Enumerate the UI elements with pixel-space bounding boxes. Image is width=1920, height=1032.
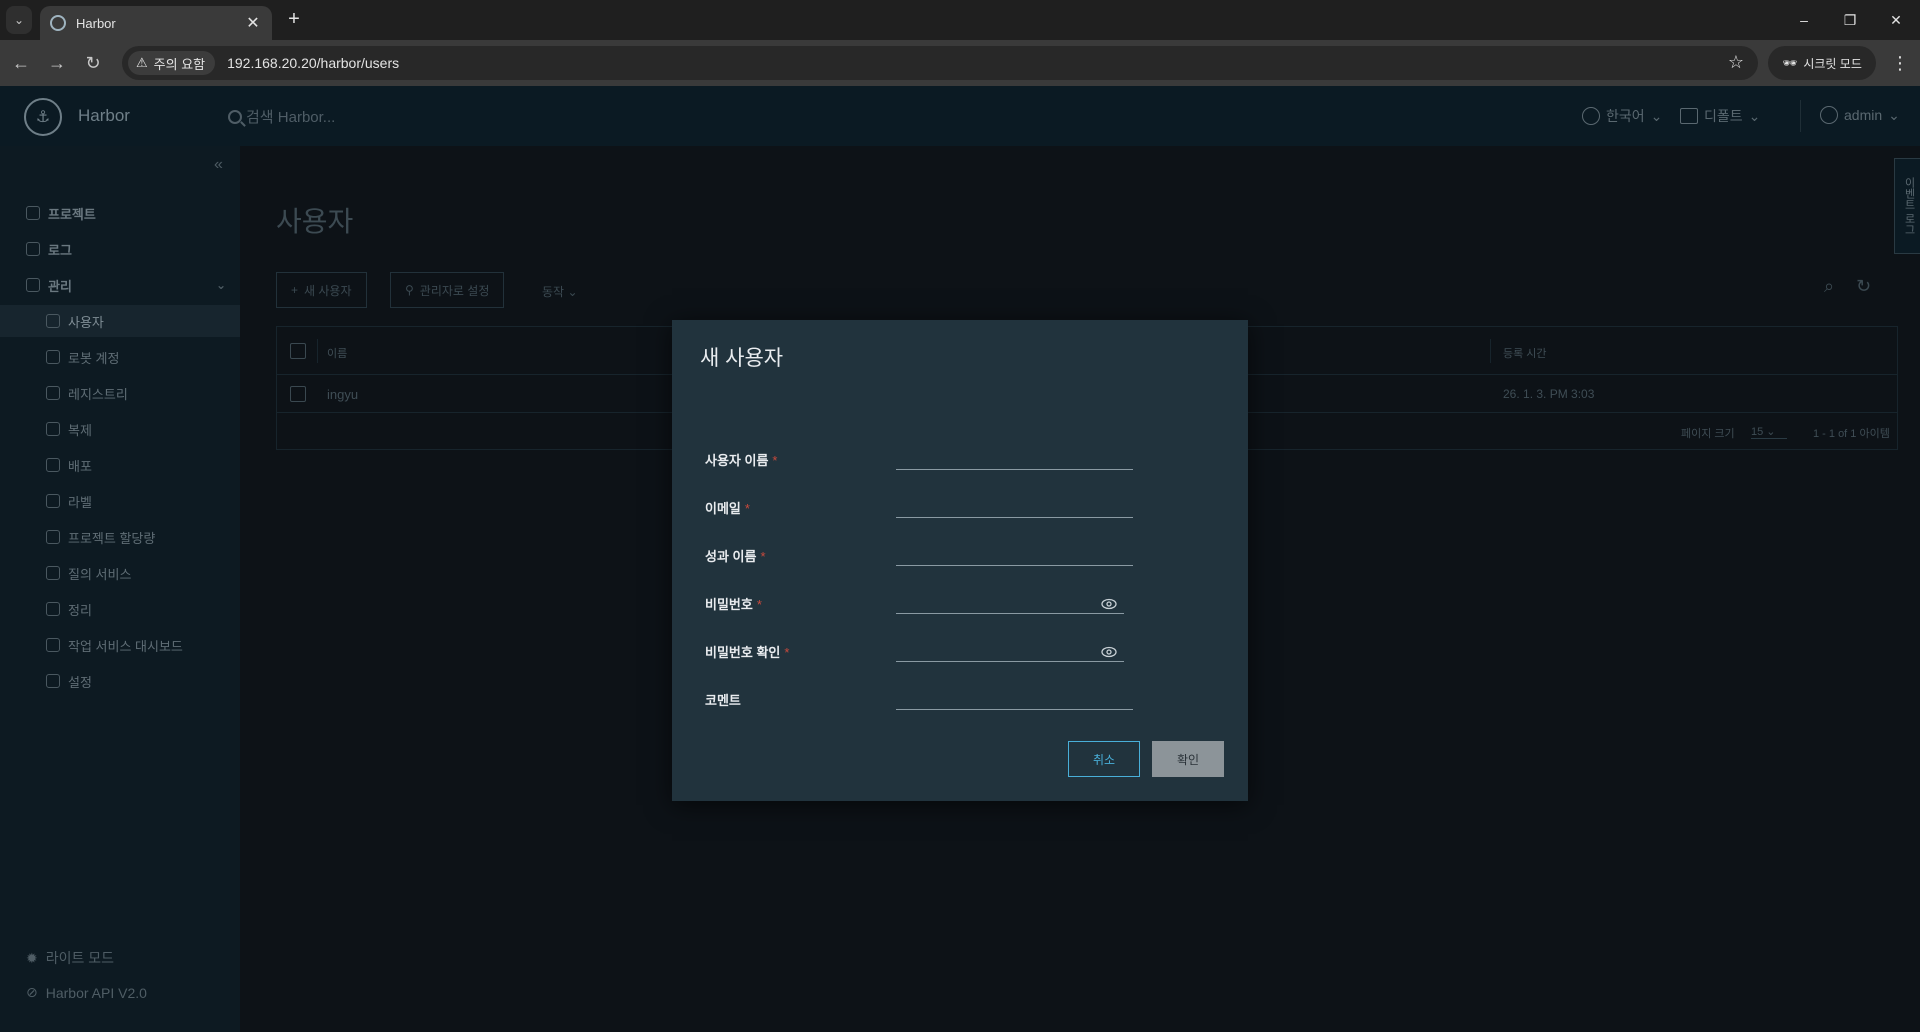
close-window-icon[interactable]: ✕ [1884, 8, 1908, 32]
minimize-icon[interactable]: – [1792, 8, 1816, 32]
confirm-password-label: 비밀번호 확인 * [705, 645, 790, 660]
modal-title: 새 사용자 [700, 347, 784, 370]
password-input[interactable] [896, 588, 1124, 614]
forward-icon[interactable]: → [44, 50, 70, 76]
username-label: 사용자 이름 * [705, 453, 778, 468]
incognito-indicator[interactable]: 🕶 시크릿 모드 [1768, 46, 1876, 80]
bookmark-star-icon[interactable]: ☆ [1728, 52, 1744, 73]
incognito-icon: 🕶 [1782, 56, 1798, 70]
address-bar[interactable]: ⚠ 주의 요함 192.168.20.20/harbor/users ☆ [122, 46, 1758, 80]
tab-close-icon[interactable]: ✕ [244, 13, 262, 33]
harbor-favicon-icon [50, 15, 66, 31]
comment-label: 코멘트 [705, 693, 741, 708]
email-label: 이메일 * [705, 501, 750, 516]
back-icon[interactable]: ← [8, 50, 34, 76]
browser-menu-icon[interactable]: ⋮ [1888, 50, 1912, 76]
browser-tabbar: ⌄ Harbor ✕ + – ❐ ✕ [0, 0, 1920, 40]
security-chip[interactable]: ⚠ 주의 요함 [128, 51, 216, 75]
fullname-label: 성과 이름 * [705, 549, 766, 564]
url-text[interactable]: 192.168.20.20/harbor/users [227, 55, 399, 71]
tab-search-button[interactable]: ⌄ [6, 6, 32, 34]
warning-icon: ⚠ [136, 55, 148, 70]
comment-input[interactable] [896, 684, 1133, 710]
email-input[interactable] [896, 492, 1133, 518]
eye-icon[interactable] [1101, 646, 1117, 662]
reload-icon[interactable]: ↻ [80, 50, 106, 76]
username-input[interactable] [896, 444, 1133, 470]
restore-icon[interactable]: ❐ [1838, 8, 1862, 32]
confirm-password-input[interactable] [896, 636, 1124, 662]
eye-icon[interactable] [1101, 598, 1117, 614]
new-user-modal: 새 사용자 사용자 이름 * 이메일 * 성과 이름 * 비밀번호 * 비밀번호 확인 *… [672, 320, 1248, 801]
browser-tab[interactable]: Harbor ✕ [40, 6, 272, 40]
new-tab-button[interactable]: + [282, 8, 306, 32]
password-label: 비밀번호 * [705, 597, 762, 612]
cancel-button[interactable]: 취소 [1068, 741, 1140, 777]
browser-toolbar: ← → ↻ ⚠ 주의 요함 192.168.20.20/harbor/users… [0, 40, 1920, 86]
fullname-input[interactable] [896, 540, 1133, 566]
tab-title: Harbor [76, 15, 116, 31]
ok-button[interactable]: 확인 [1152, 741, 1224, 777]
